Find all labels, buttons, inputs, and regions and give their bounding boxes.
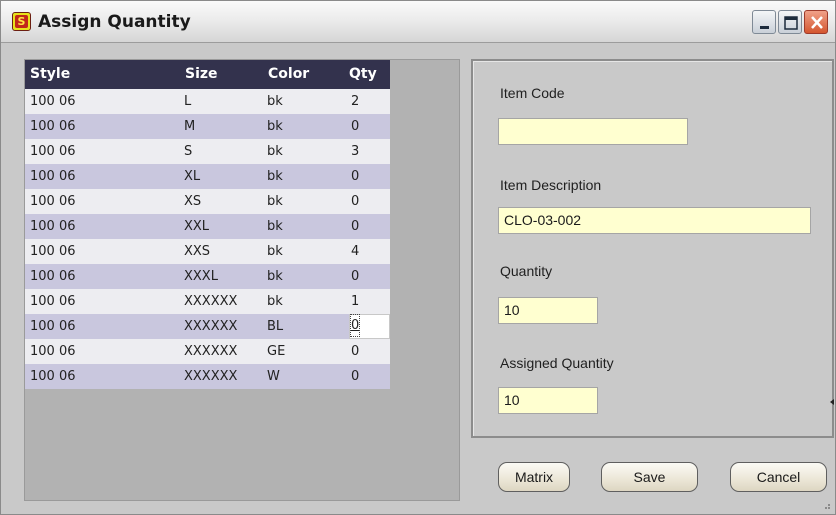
- cell-style: 100 06: [30, 119, 76, 134]
- cell-style: 100 06: [30, 219, 76, 234]
- minimize-icon: [760, 26, 769, 29]
- table-row[interactable]: 100 06 XXXXXX BL 0: [25, 314, 390, 339]
- table-row[interactable]: 100 06 XL bk 0: [25, 164, 390, 189]
- cell-qty[interactable]: 0: [351, 164, 359, 189]
- cell-qty[interactable]: 0: [351, 364, 359, 389]
- cell-style: 100 06: [30, 319, 76, 334]
- quantity-label: Quantity: [500, 263, 553, 279]
- cell-style: 100 06: [30, 94, 76, 109]
- cell-qty[interactable]: 0: [351, 339, 359, 364]
- assigned-quantity-field[interactable]: 10: [498, 387, 598, 414]
- close-icon: [811, 16, 823, 29]
- cell-size: S: [184, 144, 193, 159]
- app-logo-icon: S: [12, 12, 31, 31]
- cell-style: 100 06: [30, 294, 76, 309]
- qty-edit-field[interactable]: 0: [349, 314, 390, 339]
- cell-size: XXXXXX: [184, 294, 238, 309]
- cell-qty[interactable]: 4: [351, 239, 359, 264]
- cell-style: 100 06: [30, 269, 76, 284]
- cell-color: bk: [267, 269, 283, 284]
- grid-header: Style Size Color Qty: [25, 60, 390, 89]
- resize-arrow-icon: [830, 399, 834, 405]
- assigned-quantity-label: Assigned Quantity: [500, 355, 614, 371]
- cell-size: L: [184, 94, 192, 109]
- table-row[interactable]: 100 06 S bk 3: [25, 139, 390, 164]
- cell-color: bk: [267, 169, 283, 184]
- cell-qty[interactable]: 0: [349, 314, 361, 337]
- cell-color: W: [267, 369, 280, 384]
- cell-size: XXS: [184, 244, 211, 259]
- cell-color: BL: [267, 319, 284, 334]
- cell-qty[interactable]: 0: [351, 189, 359, 214]
- cancel-button[interactable]: Cancel: [730, 462, 827, 492]
- cell-size: XXXL: [184, 269, 218, 284]
- assign-quantity-window: S Assign Quantity Style Size Color Qty 1…: [0, 0, 836, 515]
- column-header-style[interactable]: Style: [30, 60, 70, 89]
- cell-qty[interactable]: 3: [351, 139, 359, 164]
- cell-size: XXXXXX: [184, 344, 238, 359]
- cell-qty[interactable]: 0: [351, 214, 359, 239]
- minimize-button[interactable]: [752, 10, 776, 34]
- cell-size: XL: [184, 169, 201, 184]
- quantity-field[interactable]: 10: [498, 297, 598, 324]
- maximize-button[interactable]: [778, 10, 802, 34]
- table-row[interactable]: 100 06 M bk 0: [25, 114, 390, 139]
- close-button[interactable]: [804, 10, 828, 34]
- cell-color: bk: [267, 244, 283, 259]
- cell-qty[interactable]: 1: [351, 289, 359, 314]
- table-row[interactable]: 100 06 XXS bk 4: [25, 239, 390, 264]
- table-row[interactable]: 100 06 XXL bk 0: [25, 214, 390, 239]
- cell-qty[interactable]: 0: [351, 114, 359, 139]
- table-row[interactable]: 100 06 XXXXXX GE 0: [25, 339, 390, 364]
- cell-size: XXL: [184, 219, 210, 234]
- cell-qty[interactable]: 2: [351, 89, 359, 114]
- cell-size: XS: [184, 194, 202, 209]
- cell-style: 100 06: [30, 169, 76, 184]
- cell-color: bk: [267, 144, 283, 159]
- cell-style: 100 06: [30, 144, 76, 159]
- table-row[interactable]: 100 06 XS bk 0: [25, 189, 390, 214]
- cell-color: GE: [267, 344, 286, 359]
- cell-style: 100 06: [30, 369, 76, 384]
- table-row[interactable]: 100 06 L bk 2: [25, 89, 390, 114]
- resize-grip-icon[interactable]: [821, 500, 831, 510]
- table-row[interactable]: 100 06 XXXXXX bk 1: [25, 289, 390, 314]
- cell-color: bk: [267, 94, 283, 109]
- cell-size: XXXXXX: [184, 319, 238, 334]
- save-button[interactable]: Save: [601, 462, 698, 492]
- item-code-label: Item Code: [500, 85, 565, 101]
- cell-size: XXXXXX: [184, 369, 238, 384]
- item-code-field[interactable]: [498, 118, 688, 145]
- cell-color: bk: [267, 294, 283, 309]
- column-header-qty[interactable]: Qty: [349, 60, 377, 89]
- size-color-grid[interactable]: Style Size Color Qty 100 06 L bk 2 100 0…: [24, 59, 460, 501]
- item-details-panel: Item Code Item Description CLO-03-002 Qu…: [471, 59, 834, 438]
- cell-color: bk: [267, 219, 283, 234]
- matrix-button[interactable]: Matrix: [498, 462, 570, 492]
- cell-style: 100 06: [30, 244, 76, 259]
- item-description-label: Item Description: [500, 177, 602, 193]
- table-row[interactable]: 100 06 XXXL bk 0: [25, 264, 390, 289]
- cell-qty[interactable]: 0: [351, 264, 359, 289]
- cell-size: M: [184, 119, 196, 134]
- cell-color: bk: [267, 119, 283, 134]
- column-header-color[interactable]: Color: [268, 60, 309, 89]
- maximize-icon: [784, 16, 798, 30]
- cell-color: bk: [267, 194, 283, 209]
- item-description-field[interactable]: CLO-03-002: [498, 207, 811, 234]
- cell-style: 100 06: [30, 344, 76, 359]
- cell-style: 100 06: [30, 194, 76, 209]
- table-row[interactable]: 100 06 XXXXXX W 0: [25, 364, 390, 389]
- column-header-size[interactable]: Size: [185, 60, 218, 89]
- window-title: Assign Quantity: [38, 12, 191, 32]
- title-bar[interactable]: S Assign Quantity: [1, 1, 835, 43]
